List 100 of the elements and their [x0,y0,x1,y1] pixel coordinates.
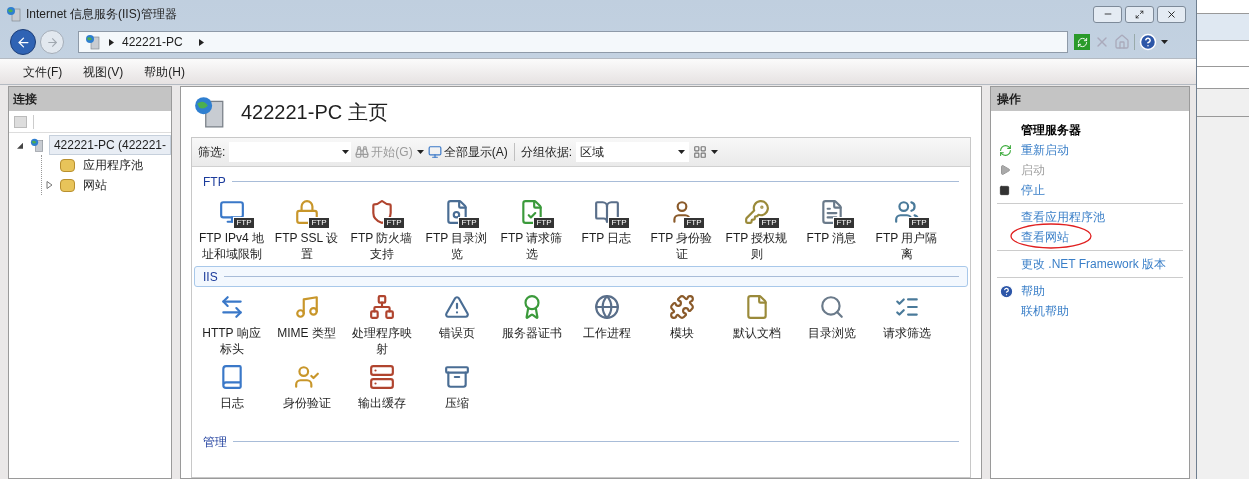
refresh-icon[interactable] [1074,34,1090,50]
window-title: Internet 信息服务(IIS)管理器 [26,6,177,23]
dropdown-caret-icon[interactable] [678,150,685,154]
user-check-icon [293,364,320,390]
breadcrumb-item[interactable]: 422221-PC [122,33,183,51]
feature-label: MIME 类型 [276,325,337,341]
show-all-button[interactable]: 全部显示(A) [427,143,508,161]
feature-tile[interactable]: FTP FTP 防火墙支持 [344,196,419,266]
feature-badge: FTP [758,217,780,229]
feature-label: FTP 消息 [805,230,858,246]
feature-label: 默认文档 [731,325,782,341]
group-header[interactable]: IIS [194,266,968,287]
tree-item[interactable]: 应用程序池 [79,156,147,174]
close-icon[interactable] [1166,8,1177,20]
feature-tile[interactable]: 压缩 [419,361,494,431]
feature-label: FTP 身份验证 [649,230,714,262]
feature-tile[interactable]: FTP FTP 用户隔离 [869,196,944,266]
feature-label: 请求筛选 [881,325,932,341]
feature-label: 身份验证 [281,395,332,411]
warning-icon [443,294,470,320]
group-by-combobox[interactable]: 区域 [576,142,689,162]
dropdown-caret-icon[interactable] [342,150,350,154]
breadcrumb-arrow-icon[interactable] [109,38,114,46]
help-icon[interactable] [1139,33,1157,51]
back-button[interactable] [10,29,36,55]
feature-label: 处理程序映射 [350,325,413,357]
section-heading: 管理服务器 [1021,123,1081,137]
feature-label: HTTP 响应标头 [201,325,262,357]
filter-label: 筛选: [198,144,226,161]
music-note-icon [293,294,320,320]
feature-tile[interactable]: 输出缓存 [344,361,419,431]
feature-tile[interactable]: 处理程序映射 [344,291,419,361]
feature-tile[interactable]: FTP FTP 消息 [794,196,869,266]
feature-label: 目录浏览 [806,325,857,341]
panel-title: 连接 [9,87,171,111]
folder-icon [60,178,75,192]
feature-badge: FTP [683,217,705,229]
feature-badge: FTP [533,217,555,229]
menu-item[interactable]: 帮助(H) [144,62,185,81]
panel-title: 操作 [991,87,1189,111]
maximize-icon[interactable] [1135,9,1144,19]
action-link[interactable]: 联机帮助 [1021,304,1069,318]
breadcrumb-arrow-icon[interactable] [198,38,204,46]
feature-tile[interactable]: 默认文档 [719,291,794,361]
address-field[interactable]: 422221-PC [78,31,1068,53]
collapsed-triangle-icon[interactable] [46,181,53,189]
puzzle-icon [668,294,695,320]
feature-tile[interactable]: 请求筛选 [869,291,944,361]
feature-badge: FTP [308,217,330,229]
globe-icon [593,294,620,320]
help-icon [999,283,1014,299]
feature-label: 日志 [218,395,245,411]
menu-item[interactable]: 文件(F) [23,62,63,81]
expanded-triangle-icon[interactable] [17,141,24,149]
action-link[interactable]: 停止 [1021,183,1045,197]
action-link[interactable]: 查看应用程序池 [1021,210,1105,224]
feature-tile[interactable]: 目录浏览 [794,291,869,361]
feature-label: 压缩 [443,395,470,411]
feature-badge: FTP [383,217,405,229]
dropdown-caret-icon[interactable] [416,150,424,154]
tree-item[interactable]: 网站 [79,176,111,194]
feature-label: FTP 防火墙支持 [349,230,414,262]
action-link[interactable]: 更改 .NET Framework 版本 [1021,257,1167,271]
play-icon [999,164,1011,176]
server-globe-icon [30,137,45,153]
feature-tile[interactable]: FTP FTP IPv4 地址和域限制 [194,196,269,266]
group-header[interactable]: FTP [194,171,968,192]
feature-tile[interactable]: FTP FTP 目录浏览 [419,196,494,266]
feature-tile[interactable]: MIME 类型 [269,291,344,361]
feature-label: 工作进程 [581,325,632,341]
action-link[interactable]: 帮助 [1021,284,1045,298]
magnifier-icon [818,294,845,320]
dropdown-caret-icon[interactable] [1161,40,1168,44]
feature-tile[interactable]: 日志 [194,361,269,431]
server-globe-icon [6,6,22,22]
feature-tile[interactable]: 工作进程 [569,291,644,361]
feature-tile[interactable]: 模块 [644,291,719,361]
feature-tile[interactable]: FTP FTP 授权规则 [719,196,794,266]
tree-item[interactable]: 422221-PC (422221- [48,135,171,155]
feature-label: FTP 目录浏览 [424,230,489,262]
action-link[interactable]: 重新启动 [1021,143,1069,157]
minimize-button[interactable] [1093,5,1122,23]
feature-tile[interactable]: FTP FTP 请求筛选 [494,196,569,266]
feature-tile[interactable]: HTTP 响应标头 [194,291,269,361]
feature-tile[interactable]: FTP FTP 身份验证 [644,196,719,266]
feature-tile[interactable]: 错误页 [419,291,494,361]
feature-label: FTP 授权规则 [724,230,789,262]
feature-label: 输出缓存 [356,395,407,411]
feature-badge: FTP [908,217,930,229]
feature-tile[interactable]: 服务器证书 [494,291,569,361]
group-header[interactable]: 管理 [194,431,968,452]
dropdown-caret-icon[interactable] [711,150,718,154]
feature-tile[interactable]: FTP FTP SSL 设置 [269,196,344,266]
feature-badge: FTP [458,217,480,229]
feature-tile[interactable]: FTP FTP 日志 [569,196,644,266]
feature-label: 服务器证书 [500,325,563,341]
feature-badge: FTP [233,217,255,229]
stop-icon [999,184,1010,196]
feature-tile[interactable]: 身份验证 [269,361,344,431]
menu-item[interactable]: 视图(V) [83,62,124,81]
